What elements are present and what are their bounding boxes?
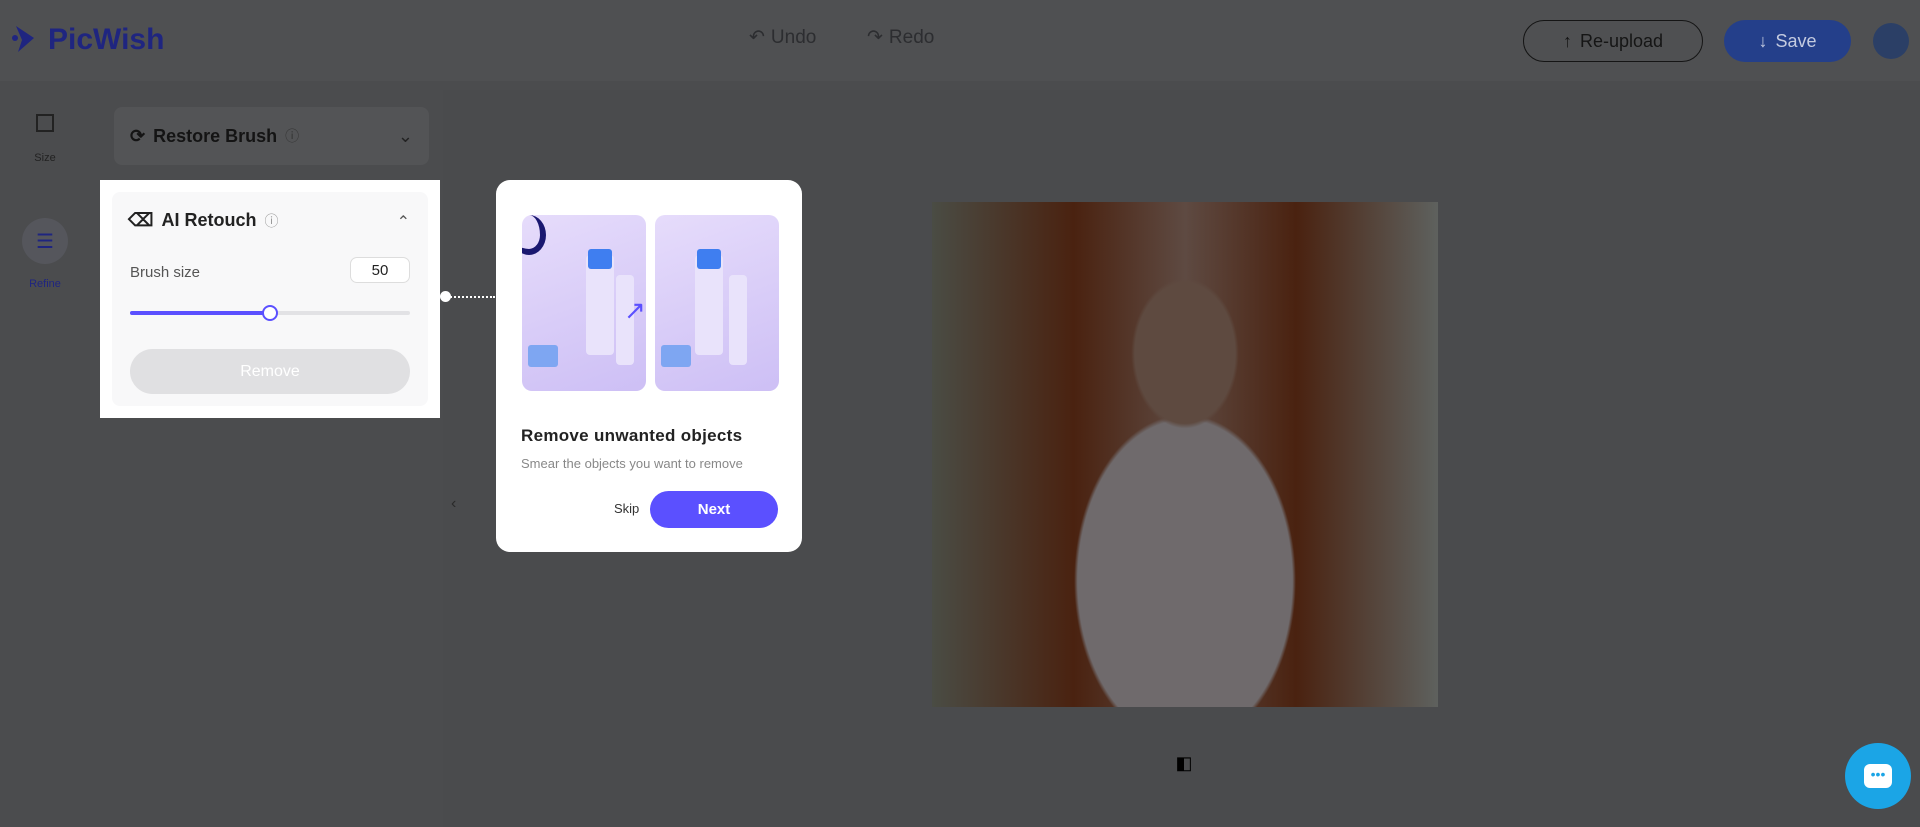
transform-arrow-icon: ↗ (624, 295, 646, 325)
tooltip-subtitle: Smear the objects you want to remove (521, 456, 743, 471)
chat-bubble-icon: ••• (1864, 764, 1892, 788)
onboarding-tooltip: ↗ Remove unwanted objects Smear the obje… (496, 180, 802, 552)
ai-retouch-title: AI Retouch (161, 210, 257, 230)
chevron-down-icon[interactable]: ⌄ (398, 126, 413, 147)
compare-icon[interactable]: ◧ (1170, 750, 1198, 776)
restore-brush-title: Restore Brush (153, 125, 278, 146)
rail-label: Size (34, 152, 56, 164)
download-arrow-icon: ↓ (1758, 30, 1768, 51)
avatar[interactable] (1873, 23, 1909, 59)
chevron-up-icon[interactable]: ⌃ (397, 212, 410, 232)
help-icon[interactable]: ⓘ (285, 126, 299, 146)
crop-icon (36, 114, 54, 132)
uploaded-image[interactable] (932, 202, 1438, 707)
save-button[interactable]: ↓ Save (1724, 20, 1851, 62)
picwish-logo-icon (12, 26, 34, 52)
upload-arrow-icon: ↑ (1562, 30, 1572, 51)
next-button[interactable]: Next (650, 491, 778, 528)
after-image (655, 215, 779, 391)
ai-retouch-section: ⌫ AI Retouch ⓘ ⌃ Brush size 50 Remove (100, 180, 440, 418)
brush-size-input[interactable]: 50 (350, 257, 410, 283)
slider-handle[interactable] (262, 305, 278, 321)
restore-brush-icon: ⟳ (130, 125, 146, 146)
header: PicWish ↶ Undo ↷ Redo ↑ Re-upload ↓ Save (0, 0, 1920, 81)
undo-button[interactable]: ↶ Undo (749, 26, 816, 49)
tooltip-title: Remove unwanted objects (521, 426, 743, 445)
brush-size-slider[interactable] (130, 305, 410, 321)
undo-icon: ↶ (749, 27, 765, 48)
redo-button[interactable]: ↷ Redo (867, 26, 934, 49)
save-label: Save (1775, 30, 1817, 51)
logo[interactable]: PicWish (10, 22, 164, 58)
restore-brush-section[interactable]: ⟳ Restore Brush ⓘ ⌄ (114, 107, 429, 165)
rail-item-size[interactable]: Size (18, 114, 72, 164)
redo-label: Redo (888, 26, 935, 48)
sliders-icon: ☰ (22, 218, 68, 264)
reupload-button[interactable]: ↑ Re-upload (1523, 20, 1703, 62)
rail-item-refine[interactable]: ☰ Refine (18, 218, 72, 290)
chat-button[interactable]: ••• (1845, 743, 1911, 809)
help-icon[interactable]: ⓘ (264, 211, 278, 231)
brush-size-label: Brush size (130, 264, 201, 281)
undo-label: Undo (770, 26, 817, 48)
connector-dot (440, 291, 451, 302)
remove-button[interactable]: Remove (130, 349, 410, 394)
eraser-icon: ⌫ (128, 210, 154, 230)
rail-label: Refine (29, 278, 61, 290)
collapse-panel-icon[interactable]: ‹ (451, 495, 456, 513)
logo-text: PicWish (48, 23, 165, 56)
reupload-label: Re-upload (1579, 30, 1664, 51)
skip-button[interactable]: Skip (614, 501, 639, 516)
redo-icon: ↷ (867, 27, 883, 48)
